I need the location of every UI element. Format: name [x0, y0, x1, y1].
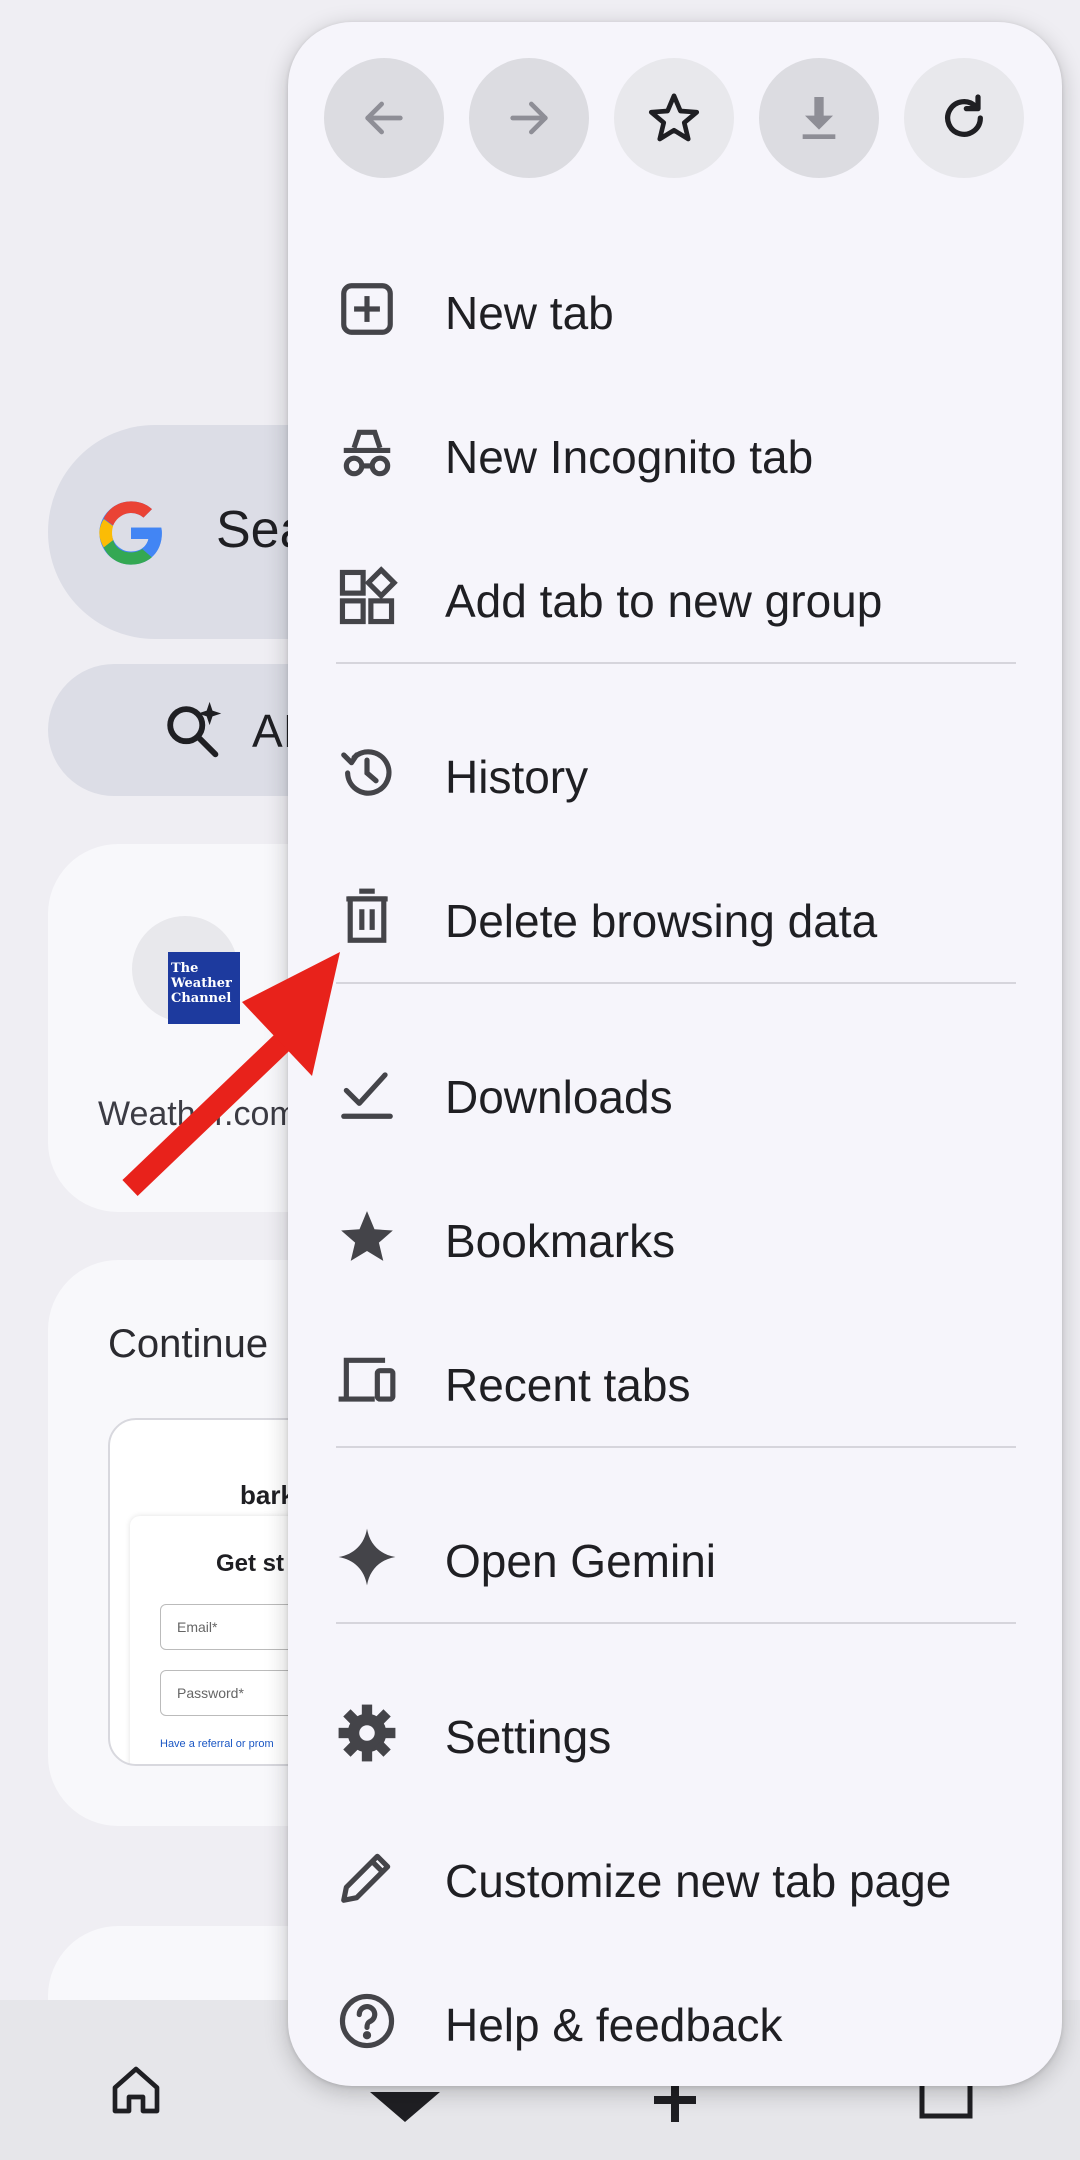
- star-outline-icon: [648, 93, 700, 142]
- menu-item-help-feedback[interactable]: Help & feedback: [288, 1954, 1062, 2086]
- gear-icon: [336, 1702, 398, 1764]
- download-button[interactable]: [759, 58, 879, 178]
- menu-item-new-tab[interactable]: New tab: [288, 242, 1062, 374]
- ai-search-icon: [167, 701, 222, 758]
- menu-item-label: Help & feedback: [445, 1999, 783, 2051]
- menu-item-label: Settings: [445, 1711, 612, 1763]
- google-logo-icon: [99, 501, 162, 565]
- thumb-link: Have a referral or prom: [160, 1738, 274, 1750]
- menu-item-label: Add tab to new group: [445, 575, 883, 627]
- thumb-heading: Get st: [216, 1550, 285, 1577]
- menu-item-open-gemini[interactable]: Open Gemini: [288, 1490, 1062, 1622]
- menu-item-label: Downloads: [445, 1071, 673, 1123]
- menu-divider: [336, 982, 1016, 984]
- incognito-icon: [336, 422, 398, 484]
- downloads-check-icon: [336, 1062, 398, 1124]
- menu-item-label: Open Gemini: [445, 1535, 717, 1587]
- menu-item-label: Customize new tab page: [445, 1855, 952, 1907]
- menu-item-label: Delete browsing data: [445, 895, 878, 947]
- back-button[interactable]: [324, 58, 444, 178]
- download-icon: [802, 97, 836, 139]
- menu-item-label: New Incognito tab: [445, 431, 814, 483]
- shortcut-label: Weather.com: [98, 1095, 298, 1133]
- refresh-icon: [945, 94, 983, 137]
- bookmark-button[interactable]: [614, 58, 734, 178]
- menu-divider: [336, 1446, 1016, 1448]
- menu-item-bookmarks[interactable]: Bookmarks: [288, 1170, 1062, 1302]
- forward-button[interactable]: [469, 58, 589, 178]
- menu-item-label: History: [445, 751, 589, 803]
- overflow-menu: New tab New Incognito tab Add tab to new…: [288, 22, 1062, 2086]
- pencil-icon: [336, 1846, 398, 1908]
- menu-item-settings[interactable]: Settings: [288, 1666, 1062, 1798]
- menu-item-downloads[interactable]: Downloads: [288, 1026, 1062, 1158]
- menu-item-recent-tabs[interactable]: Recent tabs: [288, 1314, 1062, 1446]
- forward-arrow-icon: [510, 101, 548, 135]
- menu-divider: [336, 662, 1016, 664]
- tab-group-icon: [336, 566, 398, 628]
- menu-item-label: New tab: [445, 287, 614, 339]
- new-tab-icon: [336, 278, 398, 340]
- menu-item-customize-new-tab-page[interactable]: Customize new tab page: [288, 1810, 1062, 1942]
- history-icon: [336, 742, 398, 804]
- menu-item-delete-browsing-data[interactable]: Delete browsing data: [288, 850, 1062, 982]
- back-arrow-icon: [365, 101, 403, 135]
- trash-icon: [336, 886, 398, 948]
- devices-icon: [336, 1350, 398, 1412]
- gemini-sparkle-icon: [336, 1526, 398, 1588]
- continue-title: Continue: [108, 1322, 269, 1366]
- help-icon: [336, 1990, 398, 2052]
- refresh-button[interactable]: [904, 58, 1024, 178]
- menu-item-add-tab-to-group[interactable]: Add tab to new group: [288, 530, 1062, 662]
- menu-item-label: Recent tabs: [445, 1359, 691, 1411]
- menu-item-history[interactable]: History: [288, 706, 1062, 838]
- thumb-brand: bark: [240, 1480, 295, 1510]
- home-icon[interactable]: [108, 2062, 164, 2118]
- menu-item-new-incognito-tab[interactable]: New Incognito tab: [288, 386, 1062, 518]
- star-icon: [336, 1206, 398, 1268]
- weather-channel-logo: The Weather Channel: [168, 952, 240, 1024]
- menu-item-label: Bookmarks: [445, 1215, 676, 1267]
- menu-action-row: [324, 58, 1028, 180]
- menu-divider: [336, 1622, 1016, 1624]
